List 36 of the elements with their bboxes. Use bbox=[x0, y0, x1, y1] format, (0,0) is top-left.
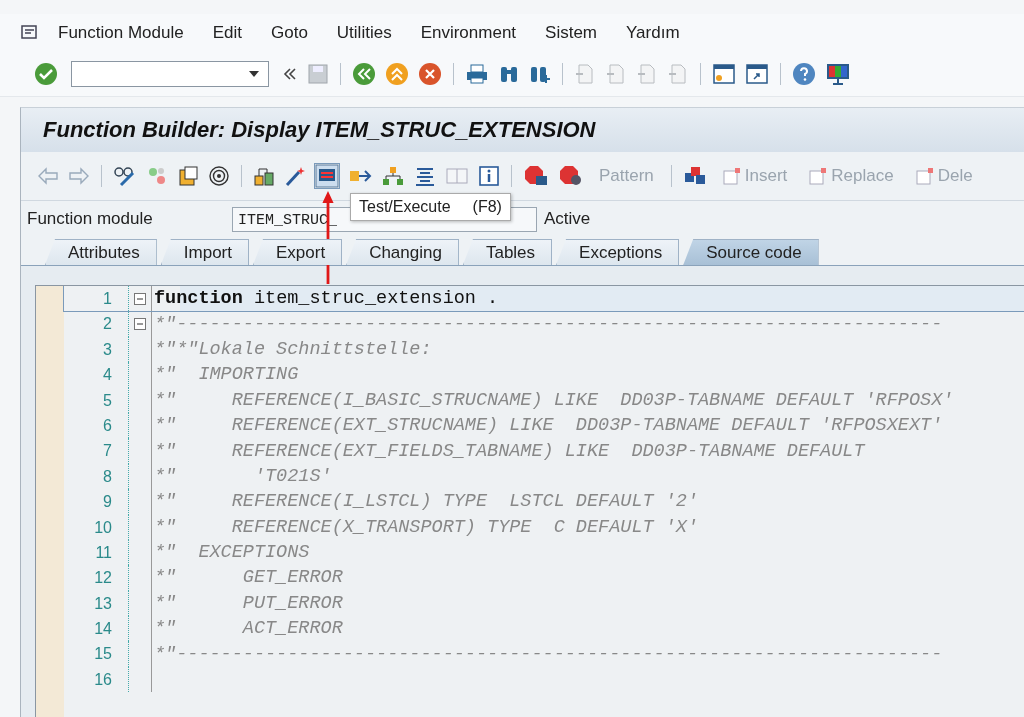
code-comment: *" EXCEPTIONS bbox=[154, 542, 310, 564]
line-number: 16 bbox=[64, 666, 129, 693]
code-comment: *"--------------------------------------------------------------------- bbox=[154, 313, 943, 335]
code-comment: *" REFERENCE(EXT_FIELDS_TABNAME) LIKE DD03P-TABNAME DEFAULT bbox=[154, 440, 865, 462]
line-number: 4 bbox=[64, 362, 129, 388]
line-number: 9 bbox=[64, 489, 129, 515]
code-comment: *"--------------------------------------------------------------------- bbox=[154, 643, 943, 665]
line-number: 12 bbox=[64, 565, 129, 591]
tooltip-shortcut: (F8) bbox=[472, 198, 502, 216]
line-number: 6 bbox=[64, 412, 129, 439]
screen-title: Function Builder: Display ITEM_STRUC_EXTENSION bbox=[43, 117, 596, 143]
line-number: 3 bbox=[64, 336, 129, 363]
tooltip-label: Test/Execute bbox=[359, 198, 451, 216]
code-comment: *" GET_ERROR bbox=[154, 567, 343, 589]
status-text: Active bbox=[544, 209, 591, 229]
code-comment: *" REFERENCE(EXT_STRUCNAME) LIKE DD03P-TABNAME DEFAULT 'RFPOSXEXT' bbox=[154, 415, 943, 437]
code-comment: *" ACT_ERROR bbox=[154, 618, 343, 640]
line-number: 14 bbox=[64, 616, 129, 642]
code-line: function item_struc_extension . bbox=[154, 288, 499, 310]
line-number: 7 bbox=[64, 438, 129, 464]
code-comment: *" IMPORTING bbox=[154, 364, 299, 386]
line-number: 10 bbox=[64, 514, 129, 540]
code-comment: *"*"Lokale Schnittstelle: bbox=[154, 338, 432, 360]
line-number: 1 bbox=[64, 286, 129, 312]
field-label: Function module bbox=[27, 209, 154, 229]
code-comment: *" REFERENCE(I_BASIC_STRUCNAME) LIKE DD03P-TABNAME DEFAULT 'RFPOSX' bbox=[154, 389, 954, 411]
line-number: 8 bbox=[64, 463, 129, 490]
line-number: 15 bbox=[64, 641, 129, 667]
code-comment: *" PUT_ERROR bbox=[154, 592, 343, 614]
code-comment: *" 'T021S' bbox=[154, 465, 332, 487]
code-comment: *" REFERENCE(X_TRANSPORT) TYPE C DEFAULT 'X' bbox=[154, 516, 698, 538]
line-number: 11 bbox=[64, 539, 129, 566]
line-number: 13 bbox=[64, 590, 129, 617]
line-number: 5 bbox=[64, 387, 129, 413]
line-number: 2 bbox=[64, 311, 129, 337]
code-comment: *" REFERENCE(I_LSTCL) TYPE LSTCL DEFAULT '2' bbox=[154, 491, 698, 513]
